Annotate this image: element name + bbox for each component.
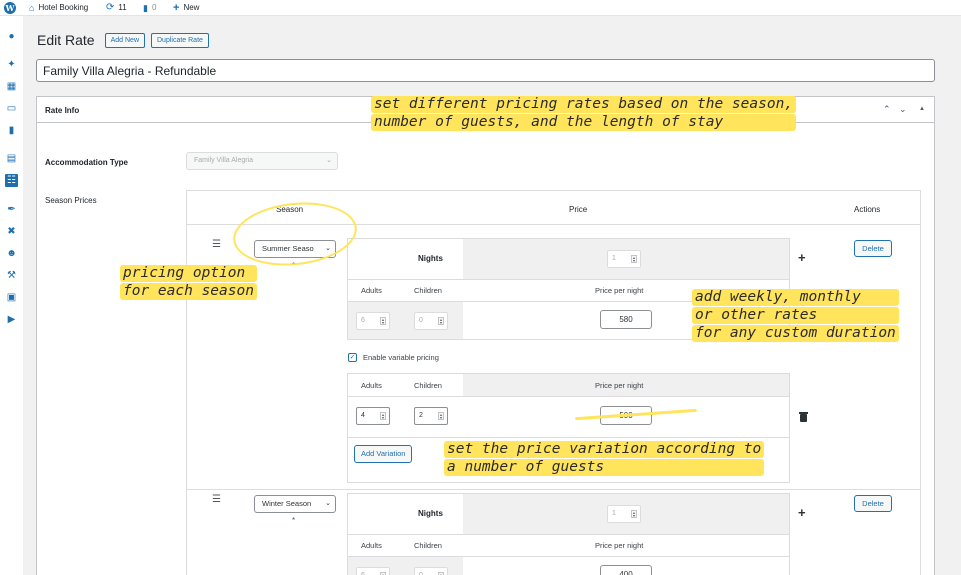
accommodation-icon[interactable]: ▤ <box>5 152 18 165</box>
tools-icon[interactable]: ⚒ <box>5 269 18 282</box>
add-new-button[interactable]: Add New <box>104 32 145 48</box>
plugins-icon[interactable]: ✖ <box>5 225 18 238</box>
pages-icon[interactable]: ▭ <box>5 102 18 115</box>
trash-icon[interactable] <box>799 412 808 422</box>
move-down-icon[interactable]: ⌄ <box>899 104 907 115</box>
updates-link[interactable]: ⟳ 11 <box>106 0 127 16</box>
price-input[interactable]: 580 <box>600 310 652 329</box>
variation-children-input[interactable]: 2 ▴ ▾ <box>414 407 448 425</box>
users-icon[interactable]: ☻ <box>5 247 18 260</box>
delete-season-button[interactable]: Delete <box>854 495 892 512</box>
page-header: Edit Rate Add New Duplicate Rate <box>37 32 209 48</box>
home-icon: ⌂ <box>29 3 35 13</box>
nights-input: 1 ▴ ▾ <box>607 505 641 523</box>
adults-input: 6 ▴▾ <box>356 567 390 575</box>
stepper-icon: ▴▾ <box>438 317 444 325</box>
pin-icon[interactable]: ✦ <box>5 58 18 71</box>
stepper-icon: ▴▾ <box>631 255 637 263</box>
price-per-night-label: Price per night <box>595 541 644 550</box>
children-input: 0 ▴▾ <box>414 567 448 575</box>
nights-label: Nights <box>418 509 443 518</box>
price-per-night-label: Price per night <box>595 286 644 295</box>
price-input[interactable]: 400 <box>600 565 652 575</box>
admin-menu: ● ✦ ▦ ▭ ▮ ▤ ☷ ✒ ✖ ☻ ⚒ ▣ ▶ <box>0 16 23 575</box>
stepper-icon[interactable]: ▴ ▾ <box>438 412 444 420</box>
variation-children-label: Children <box>414 381 442 390</box>
move-up-icon[interactable]: ⌃ <box>883 104 891 115</box>
comments-link[interactable]: ▮ 0 <box>143 0 156 16</box>
children-label: Children <box>414 286 442 295</box>
chevron-down-icon: ⌄ <box>326 157 332 164</box>
admin-bar: W ⌂ Hotel Booking ⟳ 11 ▮ 0 + New <box>0 0 961 16</box>
add-variation-button[interactable]: Add Variation <box>354 445 413 463</box>
price-column-header: Price <box>569 205 588 214</box>
brush-icon[interactable]: ✒ <box>5 203 18 216</box>
wordpress-logo-icon[interactable]: W <box>4 0 16 16</box>
required-marker: * <box>292 516 296 525</box>
rate-info-title: Rate Info <box>45 106 80 115</box>
comment-icon: ▮ <box>143 3 148 13</box>
adults-label: Adults <box>361 286 382 295</box>
plus-icon: + <box>173 2 180 14</box>
add-nights-plus-icon[interactable]: + <box>798 505 806 520</box>
stepper-icon: ▴▾ <box>631 510 637 518</box>
drag-handle-icon[interactable]: ☰ <box>212 494 221 505</box>
nights-input: 1 ▴ ▾ <box>607 250 641 268</box>
chevron-down-icon: ⌄ <box>325 500 331 507</box>
variation-adults-label: Adults <box>361 381 382 390</box>
base-price-grid: Nights 1 ▴ ▾ Adults Children Price per ni… <box>347 493 790 575</box>
calendar-icon[interactable]: ☷ <box>5 174 18 187</box>
settings-icon[interactable]: ▣ <box>5 291 18 304</box>
comments-icon[interactable]: ▮ <box>5 124 18 137</box>
building-icon[interactable]: ▦ <box>5 80 18 93</box>
annotation-seasonal-rates: set different pricing rates based on the… <box>371 96 797 132</box>
new-content-link[interactable]: + New <box>173 0 199 16</box>
children-label: Children <box>414 541 442 550</box>
accommodation-type-select: Family Villa Alegria ⌄ <box>186 152 338 170</box>
stepper-icon: ▴▾ <box>380 317 386 325</box>
season-prices-label: Season Prices <box>45 196 97 205</box>
rate-title-input[interactable] <box>36 59 935 82</box>
collapse-toggle-icon[interactable]: ▲ <box>919 106 925 112</box>
stepper-icon[interactable]: ▴ ▾ <box>380 412 386 420</box>
nights-label: Nights <box>418 254 443 263</box>
actions-column-header: Actions <box>854 205 881 214</box>
variation-price-label: Price per night <box>595 381 644 390</box>
add-nights-plus-icon[interactable]: + <box>798 250 806 265</box>
annotation-price-variation: set the price variation according to a n… <box>444 441 765 477</box>
refresh-icon: ⟳ <box>106 2 115 13</box>
duplicate-rate-button[interactable]: Duplicate Rate <box>151 32 209 48</box>
drag-handle-icon[interactable]: ☰ <box>212 239 221 250</box>
season-select[interactable]: Winter Season ⌄ <box>254 495 336 513</box>
site-name-link[interactable]: ⌂ Hotel Booking <box>29 0 88 16</box>
variable-pricing-checkbox[interactable]: ✓ <box>348 353 357 362</box>
variation-adults-input[interactable]: 4 ▴ ▾ <box>356 407 390 425</box>
page-title: Edit Rate <box>37 32 95 48</box>
annotation-custom-duration: add weekly, monthly or other rates for a… <box>692 289 899 343</box>
delete-season-button[interactable]: Delete <box>854 240 892 257</box>
annotation-pricing-option: pricing option for each season <box>120 265 257 301</box>
children-input: 0 ▴▾ <box>414 312 448 330</box>
accommodation-type-label: Accommodation Type <box>45 158 128 167</box>
adults-input: 6 ▴▾ <box>356 312 390 330</box>
variable-pricing-label: Enable variable pricing <box>363 353 439 362</box>
dashboard-icon[interactable]: ● <box>5 30 18 43</box>
play-icon[interactable]: ▶ <box>5 313 18 326</box>
adults-label: Adults <box>361 541 382 550</box>
